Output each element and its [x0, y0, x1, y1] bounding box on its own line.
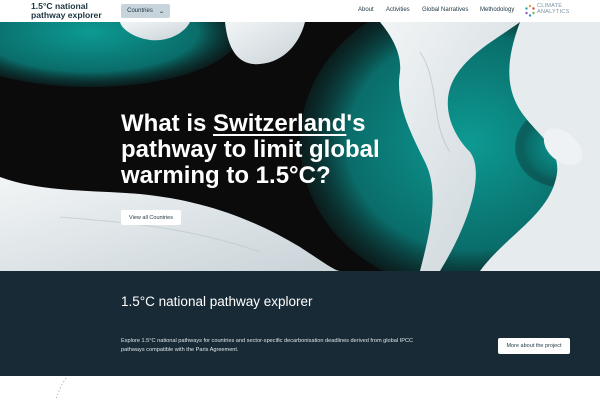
more-about-project-button[interactable]: More about the project [498, 338, 570, 354]
selected-country-link[interactable]: Switzerland [213, 110, 346, 137]
climate-analytics-logo[interactable]: CLIMATE ANALYTICS [524, 3, 574, 18]
nav-activities[interactable]: Activities [386, 7, 410, 13]
decorative-dotted-curve [55, 377, 67, 400]
nav-global-narratives[interactable]: Global Narratives [422, 7, 468, 13]
climate-analytics-logo-text: CLIMATE ANALYTICS [537, 3, 570, 15]
project-info-description: Explore 1.5°C national pathways for coun… [121, 338, 414, 353]
hero-title: What is Switzerland's pathway to limit g… [121, 111, 451, 189]
climate-analytics-logo-mark-icon [525, 4, 535, 17]
view-all-countries-button[interactable]: View all Countries [121, 210, 181, 225]
project-info-title: 1.5°C national pathway explorer [121, 294, 313, 309]
nav-methodology[interactable]: Methodology [480, 7, 514, 13]
chevron-down-icon: ⌄ [158, 8, 165, 15]
countries-label: Countries [127, 8, 153, 14]
page-bottom-area [0, 376, 600, 400]
hero-section: What is Switzerland's pathway to limit g… [0, 22, 600, 271]
top-navigation-bar: 1.5°C national pathway explorer Countrie… [0, 0, 600, 22]
nav-about[interactable]: About [358, 7, 374, 13]
site-logo-text[interactable]: 1.5°C national pathway explorer [31, 2, 106, 20]
project-info-section: 1.5°C national pathway explorer Explore … [0, 271, 600, 376]
hero-title-prefix: What is [121, 110, 214, 137]
countries-dropdown-button[interactable]: Countries ⌄ [121, 4, 170, 18]
